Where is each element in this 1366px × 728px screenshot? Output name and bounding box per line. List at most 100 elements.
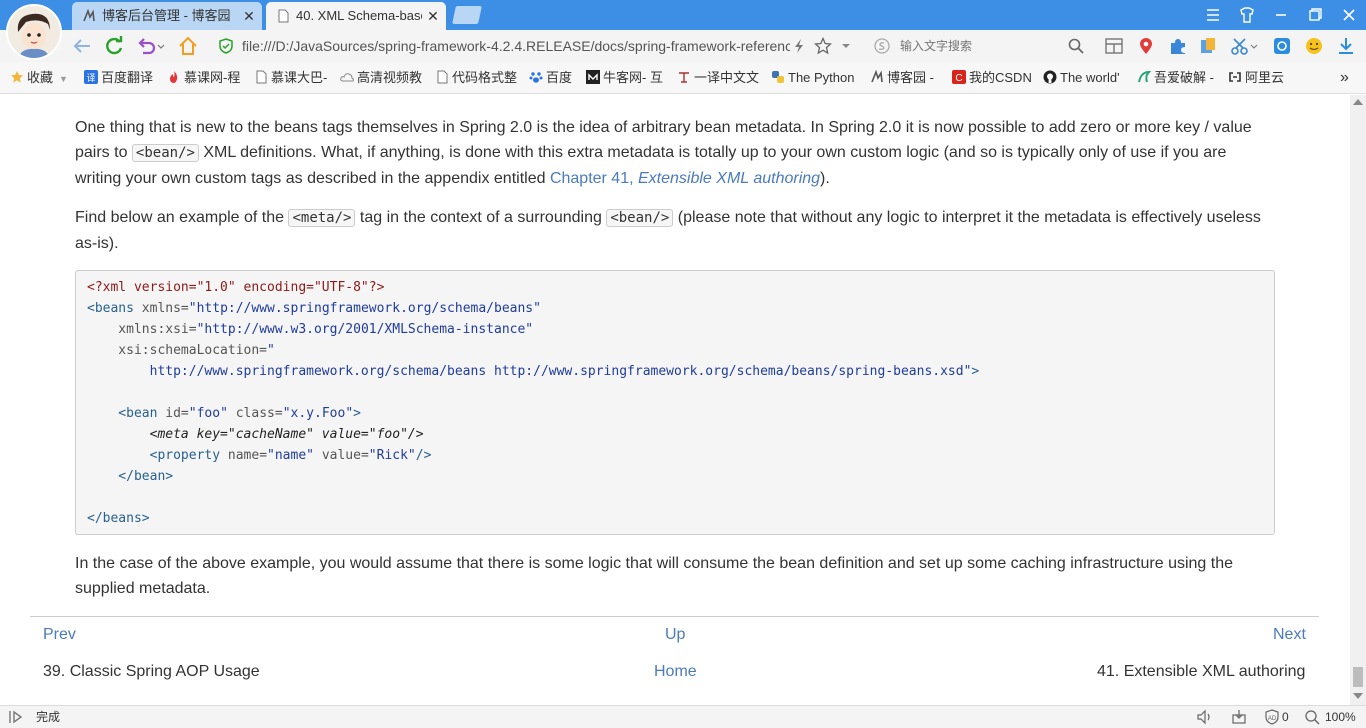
- paragraph-conclusion: In the case of the above example, you wo…: [75, 555, 1233, 597]
- tab-title: 40. XML Schema-based configuration: [296, 8, 422, 23]
- vertical-scrollbar[interactable]: [1350, 95, 1366, 705]
- close-window-icon[interactable]: [1332, 0, 1366, 30]
- emoji-icon[interactable]: [1304, 36, 1324, 56]
- undo-icon[interactable]: [134, 34, 166, 58]
- download-manager-icon[interactable]: [1231, 709, 1247, 725]
- tab-cnblogs-admin[interactable]: 博客后台管理 - 博客园 ✕: [72, 2, 262, 30]
- next-link[interactable]: Next: [1273, 625, 1306, 645]
- paw-icon: [529, 72, 543, 83]
- github-icon: [1043, 70, 1057, 84]
- cloud-icon: [340, 73, 354, 82]
- home-link[interactable]: Home: [654, 662, 697, 682]
- restore-icon[interactable]: [1298, 0, 1332, 30]
- zoom-level[interactable]: 100%: [1325, 709, 1356, 725]
- skin-icon[interactable]: [1230, 0, 1264, 30]
- zoom-icon[interactable]: [1304, 709, 1320, 725]
- paragraph-example-intro: Find below an example of the <meta/> tag…: [75, 209, 1261, 252]
- bookmark-item[interactable]: 牛客网- 互: [586, 62, 663, 94]
- bookmark-item[interactable]: 译百度翻译: [84, 62, 153, 94]
- bookmark-item[interactable]: 吾爱破解 -: [1137, 62, 1214, 94]
- avatar-image: [8, 6, 60, 58]
- back-icon[interactable]: [70, 34, 94, 58]
- speaker-icon[interactable]: [1196, 709, 1214, 725]
- bookmark-label: 收藏: [27, 70, 54, 85]
- nowcoder-icon: [586, 70, 600, 84]
- adblock-count: 0: [1282, 710, 1289, 724]
- bookmark-item[interactable]: 慕课网-程: [167, 62, 240, 94]
- python-icon: [772, 71, 784, 83]
- code-block: <?xml version="1.0" encoding="UTF-8"?> <…: [75, 270, 1275, 535]
- bookmark-item[interactable]: 慕课大巴-: [254, 62, 327, 94]
- bookmark-item[interactable]: 阿里云: [1228, 62, 1284, 94]
- scissors-icon[interactable]: [1230, 36, 1258, 56]
- bookmark-item[interactable]: 高清视频教: [340, 62, 422, 94]
- puzzle-icon[interactable]: [1168, 36, 1188, 56]
- search-engine-icon[interactable]: [874, 38, 890, 54]
- sidebar-toggle-icon[interactable]: [8, 709, 24, 725]
- prev-title: 39. Classic Spring AOP Usage: [43, 663, 260, 680]
- close-icon[interactable]: ✕: [426, 2, 440, 30]
- page-content: One thing that is new to the beans tags …: [0, 95, 1350, 705]
- bookmark-item[interactable]: The world': [1043, 62, 1120, 94]
- avatar[interactable]: [6, 4, 62, 60]
- navigation-bar: file:///D:/JavaSources/spring-framework-…: [0, 30, 1366, 62]
- cnblogs-icon: [871, 70, 883, 83]
- up-link[interactable]: Up: [665, 625, 685, 645]
- scroll-down-icon[interactable]: [1353, 693, 1363, 699]
- home-icon[interactable]: [176, 34, 200, 58]
- scrollbar-thumb[interactable]: [1353, 667, 1363, 687]
- search-box: [866, 33, 1092, 59]
- bookmark-item[interactable]: 博客园 -: [870, 62, 934, 94]
- bookmark-item[interactable]: 百度: [529, 62, 572, 94]
- minimize-icon[interactable]: [1264, 0, 1298, 30]
- inline-code: <bean/>: [131, 144, 199, 162]
- refresh-icon[interactable]: [102, 34, 126, 58]
- translate-icon[interactable]: [1272, 36, 1292, 56]
- reading-mode-icon[interactable]: [1104, 36, 1124, 56]
- new-tab-button[interactable]: [452, 6, 482, 24]
- paragraph-bean-metadata: One thing that is new to the beans tags …: [75, 119, 1252, 187]
- star-icon[interactable]: [814, 37, 832, 55]
- bookmark-bar: 收藏 ▼ 译百度翻译 慕课网-程 慕课大巴- 高清视频教 代码格式整 百度 牛客网…: [0, 62, 1366, 94]
- page-icon: [437, 70, 448, 84]
- svg-text:AD: AD: [1268, 716, 1277, 722]
- star-icon: [11, 71, 23, 83]
- cnblogs-icon: [83, 9, 95, 22]
- screenshot-icon[interactable]: [1198, 36, 1218, 56]
- prev-link[interactable]: Prev: [43, 625, 76, 645]
- tab-bar: 博客后台管理 - 博客园 ✕ 40. XML Schema-based conf…: [0, 0, 1366, 30]
- csdn-icon: C: [952, 70, 966, 84]
- status-text: 完成: [36, 710, 61, 724]
- url-text[interactable]: file:///D:/JavaSources/spring-framework-…: [242, 36, 790, 56]
- location-pin-icon[interactable]: [1136, 36, 1156, 56]
- bookmark-item[interactable]: The Python: [771, 62, 855, 94]
- page-icon: [278, 9, 289, 23]
- page-icon: [256, 70, 267, 84]
- translate-icon: [679, 72, 689, 83]
- bookmark-item[interactable]: 一译中文文: [677, 62, 759, 94]
- download-icon[interactable]: [1336, 36, 1356, 56]
- chevron-down-icon[interactable]: [840, 41, 852, 51]
- tab-title: 博客后台管理 - 博客园: [102, 8, 231, 23]
- flame-icon: [170, 71, 178, 83]
- shield-icon: [219, 38, 233, 54]
- bookmark-item[interactable]: C 我的CSDN: [952, 62, 1032, 94]
- chevron-down-icon: ▼: [59, 74, 68, 84]
- bookmark-favorites[interactable]: 收藏 ▼: [10, 62, 68, 94]
- scroll-up-icon[interactable]: [1353, 99, 1363, 105]
- lightning-icon[interactable]: [792, 38, 806, 54]
- close-icon[interactable]: ✕: [242, 2, 256, 30]
- aliyun-icon: [1229, 72, 1241, 82]
- bookmark-more-button[interactable]: »: [1340, 62, 1349, 94]
- status-bar: 完成 AD 0 100%: [0, 705, 1366, 728]
- address-bar[interactable]: file:///D:/JavaSources/spring-framework-…: [212, 33, 858, 59]
- menu-icon[interactable]: [1196, 0, 1230, 30]
- svg-text:C: C: [955, 73, 962, 84]
- bookmark-item[interactable]: 代码格式整: [435, 62, 517, 94]
- baidu-translate-icon: 译: [84, 70, 98, 84]
- chapter-41-link[interactable]: Chapter 41, Extensible XML authoring: [550, 170, 820, 187]
- search-input[interactable]: [900, 37, 1060, 55]
- tab-xml-schema[interactable]: 40. XML Schema-based configuration ✕: [266, 2, 446, 30]
- adblock-icon[interactable]: AD: [1264, 709, 1280, 725]
- search-icon[interactable]: [1068, 38, 1084, 54]
